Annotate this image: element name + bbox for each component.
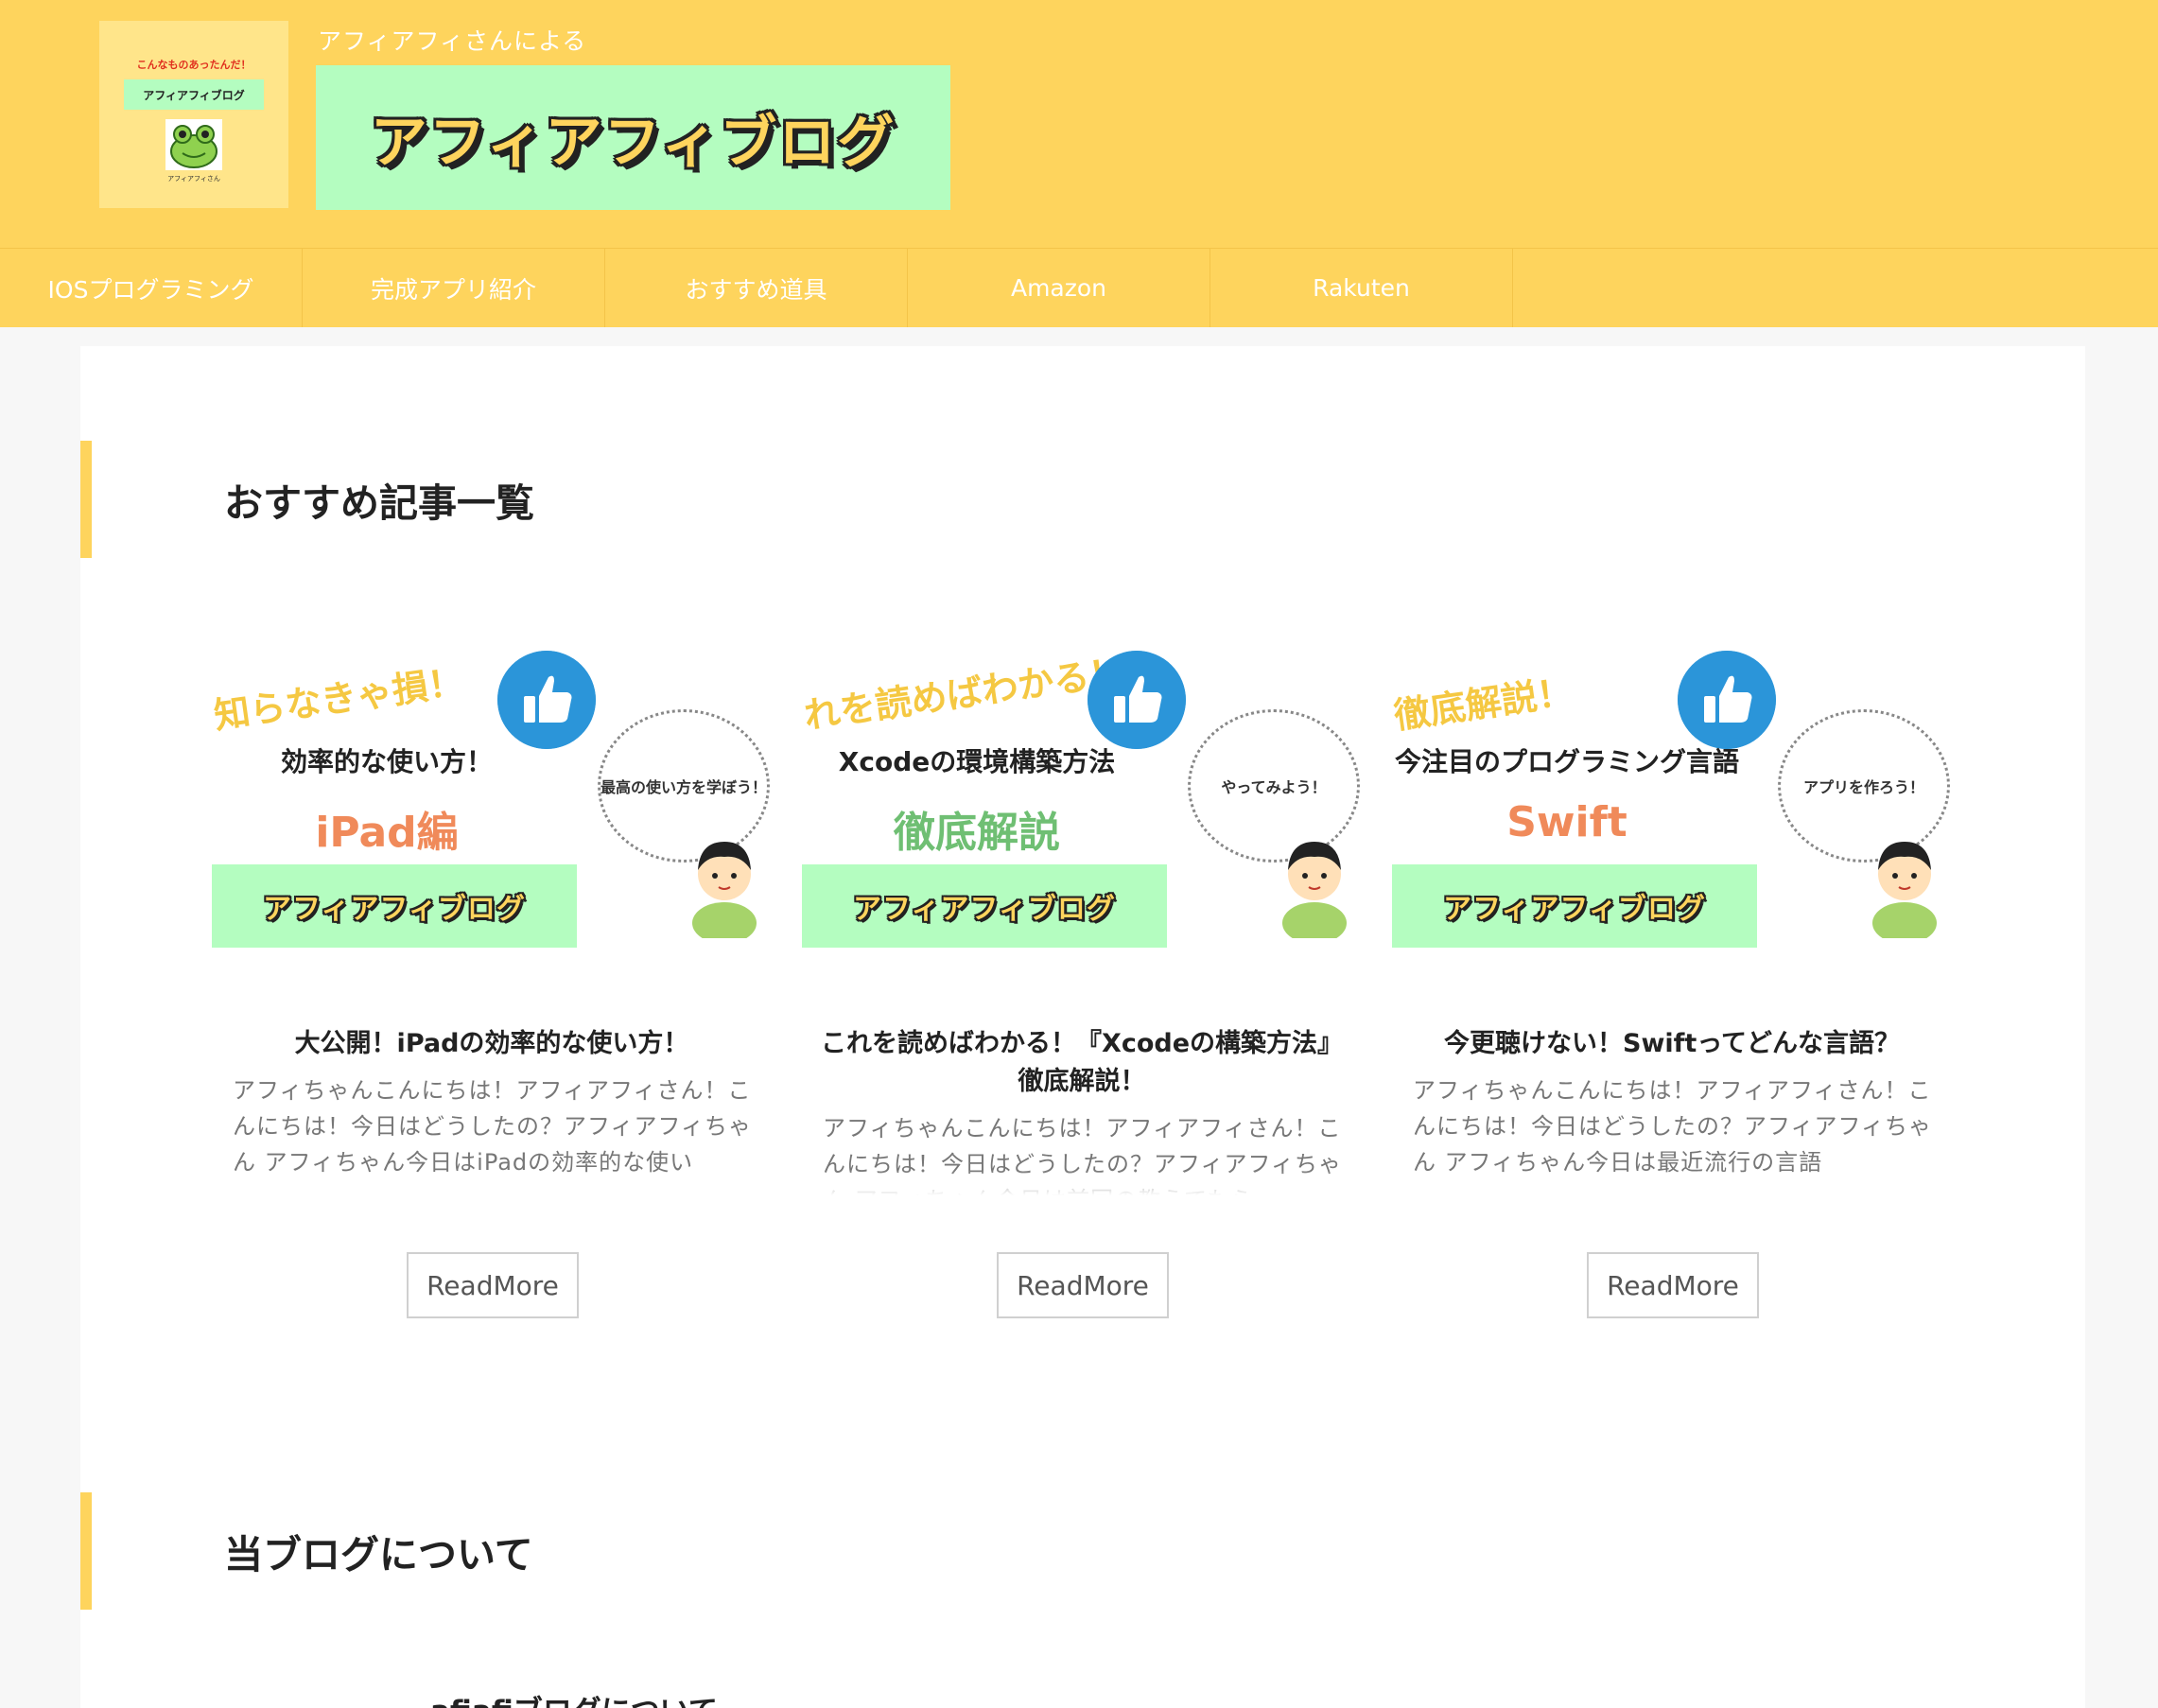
thumbnail-catch: 知らなきゃ損！ [212, 660, 467, 738]
nav-item-amazon[interactable]: Amazon [908, 249, 1210, 327]
article-thumbnail[interactable]: 知らなきゃ損！ 効率的な使い方！ iPad編 最高の使い方を学ぼう！ アフィアフ… [212, 651, 772, 972]
site-header: こんなものあったんだ！ アフィアフィブログ アフィアフィさん アフィアフィさんに… [0, 0, 2158, 327]
nav-item-tools[interactable]: おすすめ道具 [605, 249, 908, 327]
article-excerpt: アフィちゃんこんにちは！アフィアフィさん！こんにちは！今日はどうしたの？アフィア… [233, 1077, 753, 1176]
readmore-button[interactable]: ReadMore [407, 1252, 579, 1318]
main-content: おすすめ記事一覧 知らなきゃ損！ 効率的な使い方！ iPad編 最高の使い方を学… [80, 346, 2085, 1708]
thumbs-up-icon [497, 651, 596, 749]
thumbnail-band: アフィアフィブログ [212, 864, 577, 948]
article-title[interactable]: これを読めばわかる！『Xcodeの構築方法』徹底解説！ [802, 1025, 1362, 1101]
logo-tagline: こんなものあったんだ！ [136, 59, 252, 71]
article-title[interactable]: 今更聴けない！Swiftってどんな言語？ [1392, 1025, 1952, 1063]
article-title[interactable]: 大公開！iPadの効率的な使い方！ [212, 1025, 772, 1063]
global-nav: IOSプログラミング 完成アプリ紹介 おすすめ道具 Amazon Rakuten [0, 248, 2158, 327]
readmore-button[interactable]: ReadMore [1587, 1252, 1759, 1318]
article-excerpt: アフィちゃんこんにちは！アフィアフィさん！こんにちは！今日はどうしたの？アフィア… [1413, 1077, 1933, 1176]
thumbnail-band: アフィアフィブログ [802, 864, 1167, 948]
nav-item-ios-programming[interactable]: IOSプログラミング [0, 249, 303, 327]
article-card: 知らなきゃ損！ 効率的な使い方！ iPad編 最高の使い方を学ぼう！ アフィアフ… [212, 651, 772, 1318]
site-title: アフィアフィブログ [370, 110, 896, 176]
thumbnail-line2: 徹底解説 [894, 809, 1060, 857]
thumbnail-band-text: アフィアフィブログ [263, 893, 526, 926]
thumbnail-catch: 徹底解説！ [1392, 671, 1575, 738]
thumbnail-line2: iPad編 [315, 809, 459, 857]
frog-mascot-icon [165, 119, 222, 170]
article-card: 徹底解説！ 今注目のプログラミング言語 Swift アプリを作ろう！ アフィアフ… [1392, 651, 1952, 1318]
thumbs-up-icon [1088, 651, 1186, 749]
thumbnail-band-text: アフィアフィブログ [853, 893, 1116, 926]
article-card: れを読めばわかる！ Xcodeの環境構築方法 徹底解説 やってみよう！ アフィア… [802, 651, 1362, 1318]
article-thumbnail[interactable]: 徹底解説！ 今注目のプログラミング言語 Swift アプリを作ろう！ アフィアフ… [1392, 651, 1952, 972]
article-excerpt: アフィちゃんこんにちは！アフィアフィさん！こんにちは！今日はどうしたの？アフィア… [823, 1115, 1343, 1195]
thumbs-up-icon [1678, 651, 1776, 749]
thumbnail-catch: れを読めばわかる！ [802, 651, 1128, 738]
person-illustration-icon [692, 842, 757, 938]
about-heading: 当ブログについて [80, 1492, 2085, 1610]
site-byline: アフィアフィさんによる [318, 27, 587, 55]
logo-blog-name: アフィアフィブログ [124, 79, 264, 110]
thumbnail-line1: Xcodeの環境構築方法 [838, 746, 1116, 777]
thumbnail-line1: 今注目のプログラミング言語 [1394, 746, 1739, 777]
recommended-heading: おすすめ記事一覧 [80, 441, 2085, 558]
thumbnail-band: アフィアフィブログ [1392, 864, 1757, 948]
person-illustration-icon [1872, 842, 1937, 938]
site-logo[interactable]: こんなものあったんだ！ アフィアフィブログ アフィアフィさん [99, 21, 288, 208]
about-item-title[interactable]: afiafiブログについて [430, 1687, 718, 1708]
site-title-banner[interactable]: アフィアフィブログ [316, 65, 950, 210]
nav-item-apps[interactable]: 完成アプリ紹介 [303, 249, 605, 327]
person-illustration-icon [1282, 842, 1347, 938]
thumbnail-line1: 効率的な使い方！ [280, 746, 493, 777]
thumbnail-band-text: アフィアフィブログ [1443, 893, 1706, 926]
nav-item-rakuten[interactable]: Rakuten [1210, 249, 1513, 327]
article-thumbnail[interactable]: れを読めばわかる！ Xcodeの環境構築方法 徹底解説 やってみよう！ アフィア… [802, 651, 1362, 972]
readmore-button[interactable]: ReadMore [997, 1252, 1169, 1318]
logo-owner: アフィアフィさん [167, 175, 220, 183]
thumbnail-line2: Swift [1506, 798, 1627, 846]
